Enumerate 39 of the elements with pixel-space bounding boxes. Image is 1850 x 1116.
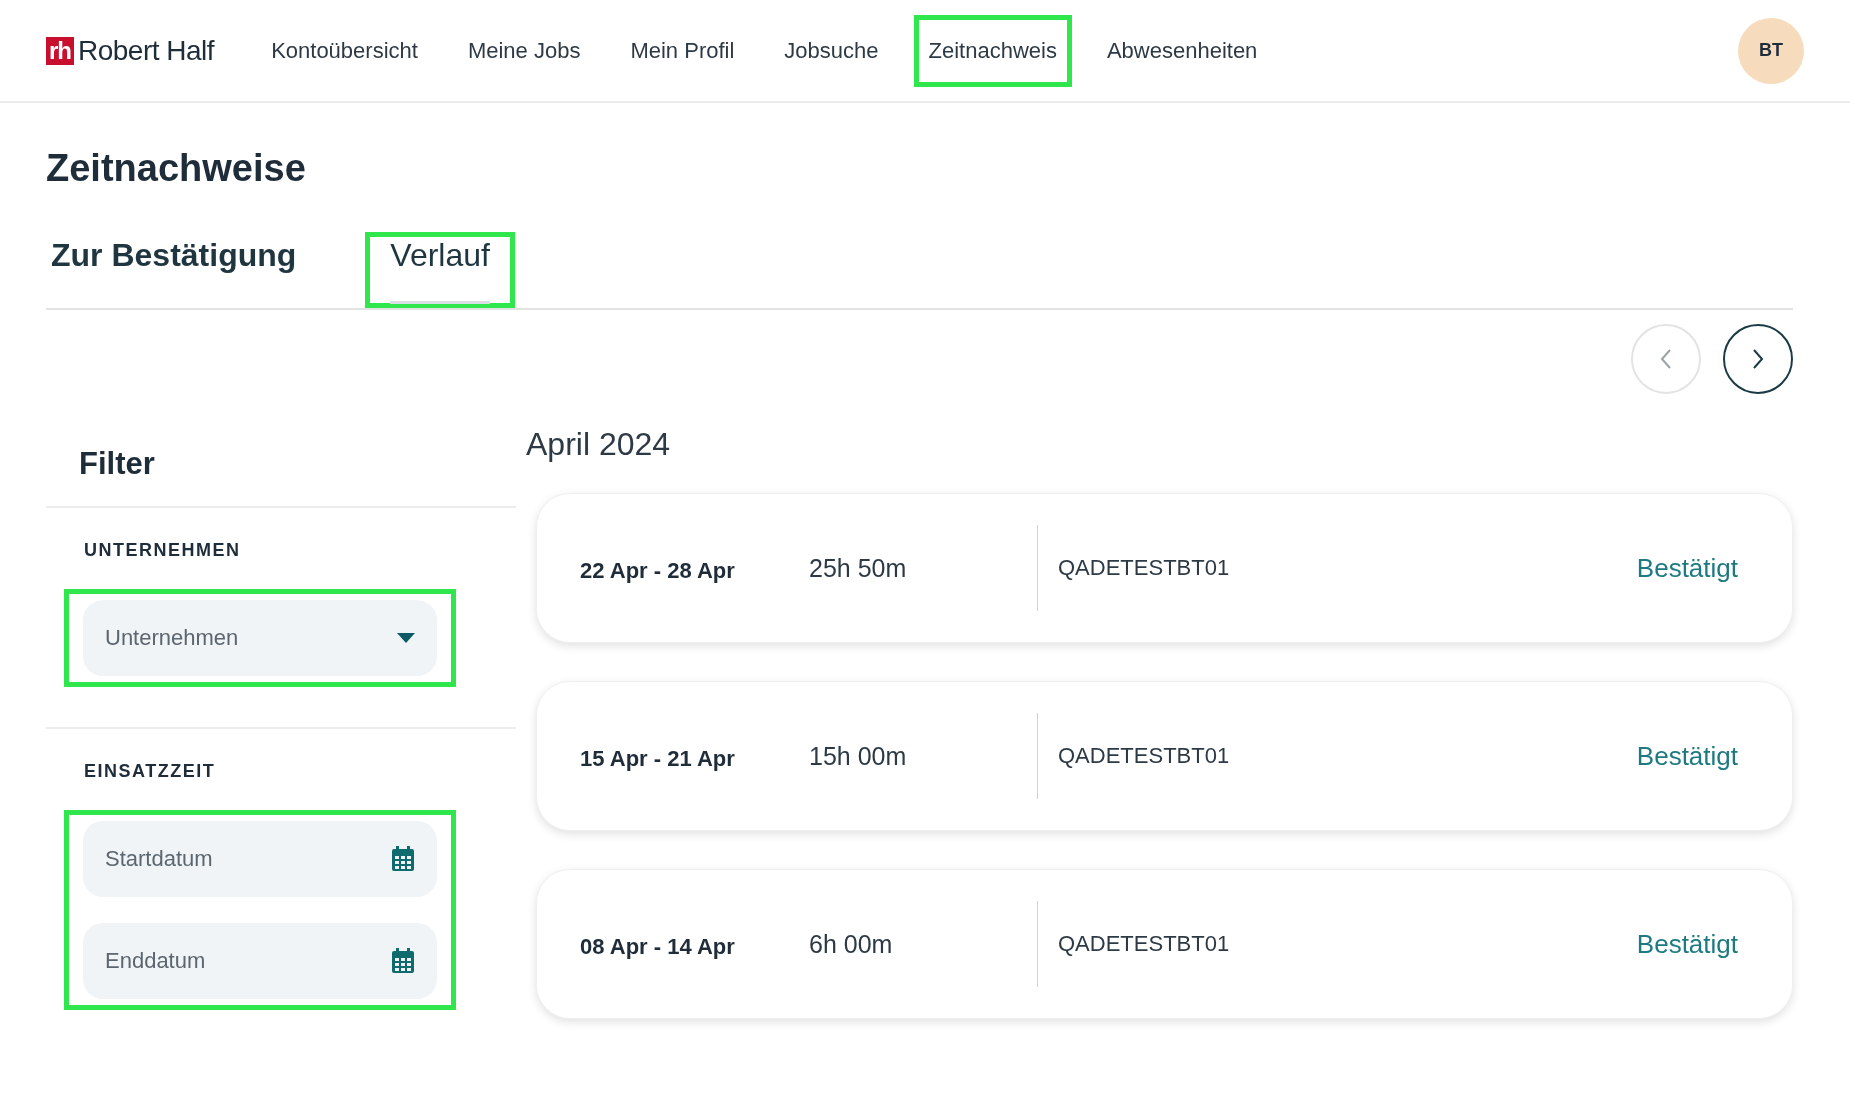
client-code: QADETESTBT01 bbox=[1058, 555, 1231, 581]
calendar-icon[interactable] bbox=[391, 948, 415, 974]
nav-link[interactable]: Abwesenheiten bbox=[1091, 14, 1273, 87]
client-code: QADETESTBT01 bbox=[1058, 931, 1231, 957]
company-dropdown[interactable]: Unternehmen bbox=[83, 600, 437, 676]
week-period: 15 Apr - 21 Apr bbox=[580, 745, 736, 772]
timesheet-card[interactable]: 08 Apr - 14 Apr 6h 00m QADETESTBT01 Bestätigt bbox=[536, 869, 1793, 1019]
chevron-left-icon bbox=[1658, 348, 1674, 370]
nav-link[interactable]: Jobsuche bbox=[769, 14, 894, 87]
timesheet-card[interactable]: 22 Apr - 28 Apr 25h 50m QADETESTBT01 Bestätigt bbox=[536, 493, 1793, 643]
hours-total: 6h 00m bbox=[809, 929, 894, 959]
hours-total: 25h 50m bbox=[809, 553, 908, 583]
avatar[interactable]: BT bbox=[1738, 17, 1804, 84]
nav-link[interactable]: Kontoübersicht bbox=[256, 14, 433, 87]
status-label: Bestätigt bbox=[1636, 552, 1738, 584]
logo-text: Robert Half bbox=[78, 34, 215, 67]
date-field[interactable]: Startdatum bbox=[83, 821, 437, 897]
tab[interactable]: Verlauf bbox=[365, 232, 515, 308]
filter-title: Filter bbox=[78, 445, 156, 483]
week-period: 08 Apr - 14 Apr bbox=[580, 933, 736, 960]
status-label: Bestätigt bbox=[1636, 740, 1738, 772]
month-heading: April 2024 bbox=[526, 426, 672, 463]
nav-link[interactable]: Mein Profil bbox=[615, 14, 750, 87]
logo-mark: rh bbox=[46, 36, 74, 65]
timesheet-card[interactable]: 15 Apr - 21 Apr 15h 00m QADETESTBT01 Bestätigt bbox=[536, 681, 1793, 831]
hours-total: 15h 00m bbox=[809, 741, 908, 771]
client-code: QADETESTBT01 bbox=[1058, 743, 1231, 769]
page-title: Zeitnachweise bbox=[46, 147, 307, 190]
filter-heading: EINSATZZEIT bbox=[84, 761, 217, 782]
date-field[interactable]: Enddatum bbox=[83, 923, 437, 999]
tab[interactable]: Zur Bestätigung bbox=[46, 232, 322, 308]
nav-link[interactable]: Zeitnachweis bbox=[913, 14, 1072, 87]
status-label: Bestätigt bbox=[1636, 928, 1738, 960]
filter-heading: UNTERNEHMEN bbox=[84, 540, 242, 561]
caret-icon bbox=[397, 633, 415, 643]
week-period: 22 Apr - 28 Apr bbox=[580, 557, 736, 584]
nav-link[interactable]: Meine Jobs bbox=[452, 14, 596, 87]
calendar-icon[interactable] bbox=[391, 846, 415, 872]
chevron-right-icon bbox=[1750, 348, 1766, 370]
